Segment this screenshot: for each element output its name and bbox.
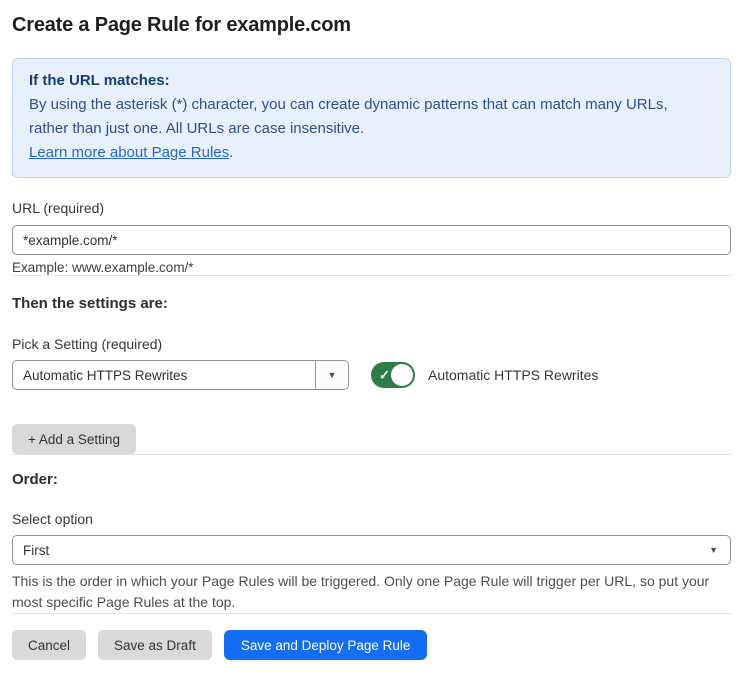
divider — [12, 275, 731, 276]
url-label: URL (required) — [12, 200, 105, 216]
toggle-knob — [391, 364, 413, 386]
create-page-rule-form: Create a Page Rule for example.com If th… — [0, 0, 743, 660]
learn-more-link[interactable]: Learn more about Page Rules — [29, 144, 229, 161]
add-setting-button[interactable]: + Add a Setting — [12, 424, 136, 454]
settings-heading: Then the settings are: — [12, 295, 168, 312]
url-example-hint: Example: www.example.com/* — [12, 260, 194, 275]
setting-toggle[interactable]: ✓ — [371, 362, 415, 388]
page-title: Create a Page Rule for example.com — [12, 14, 351, 36]
chevron-down-icon[interactable]: ▼ — [315, 361, 348, 389]
check-icon: ✓ — [379, 367, 390, 383]
divider — [12, 613, 731, 614]
pick-setting-label: Pick a Setting (required) — [12, 336, 163, 352]
chevron-glyph: ▼ — [327, 370, 337, 380]
setting-dropdown-value: Automatic HTTPS Rewrites — [23, 367, 188, 383]
order-heading: Order: — [12, 471, 58, 488]
divider — [12, 454, 731, 455]
save-deploy-button[interactable]: Save and Deploy Page Rule — [223, 630, 428, 660]
setting-row: Automatic HTTPS Rewrites ▼ ✓ Automatic H… — [12, 360, 731, 390]
cancel-button[interactable]: Cancel — [12, 630, 87, 660]
save-draft-button[interactable]: Save as Draft — [98, 630, 212, 660]
order-help-text: This is the order in which your Page Rul… — [12, 573, 710, 610]
url-input[interactable] — [12, 225, 731, 255]
chevron-down-icon: ▼ — [709, 545, 718, 555]
order-select-label: Select option — [12, 511, 93, 527]
order-select[interactable]: First ▼ — [12, 535, 731, 565]
toggle-label: Automatic HTTPS Rewrites — [428, 367, 599, 383]
info-box-heading: If the URL matches: — [29, 72, 170, 89]
order-select-value: First — [23, 542, 50, 558]
info-box-body: By using the asterisk (*) character, you… — [29, 96, 668, 137]
link-suffix: . — [229, 144, 234, 161]
info-box-link-line: Learn more about Page Rules. — [29, 141, 714, 165]
url-match-info-box: If the URL matches: By using the asteris… — [12, 58, 731, 178]
setting-dropdown[interactable]: Automatic HTTPS Rewrites ▼ — [12, 360, 349, 390]
footer-actions: Cancel Save as Draft Save and Deploy Pag… — [12, 630, 731, 660]
